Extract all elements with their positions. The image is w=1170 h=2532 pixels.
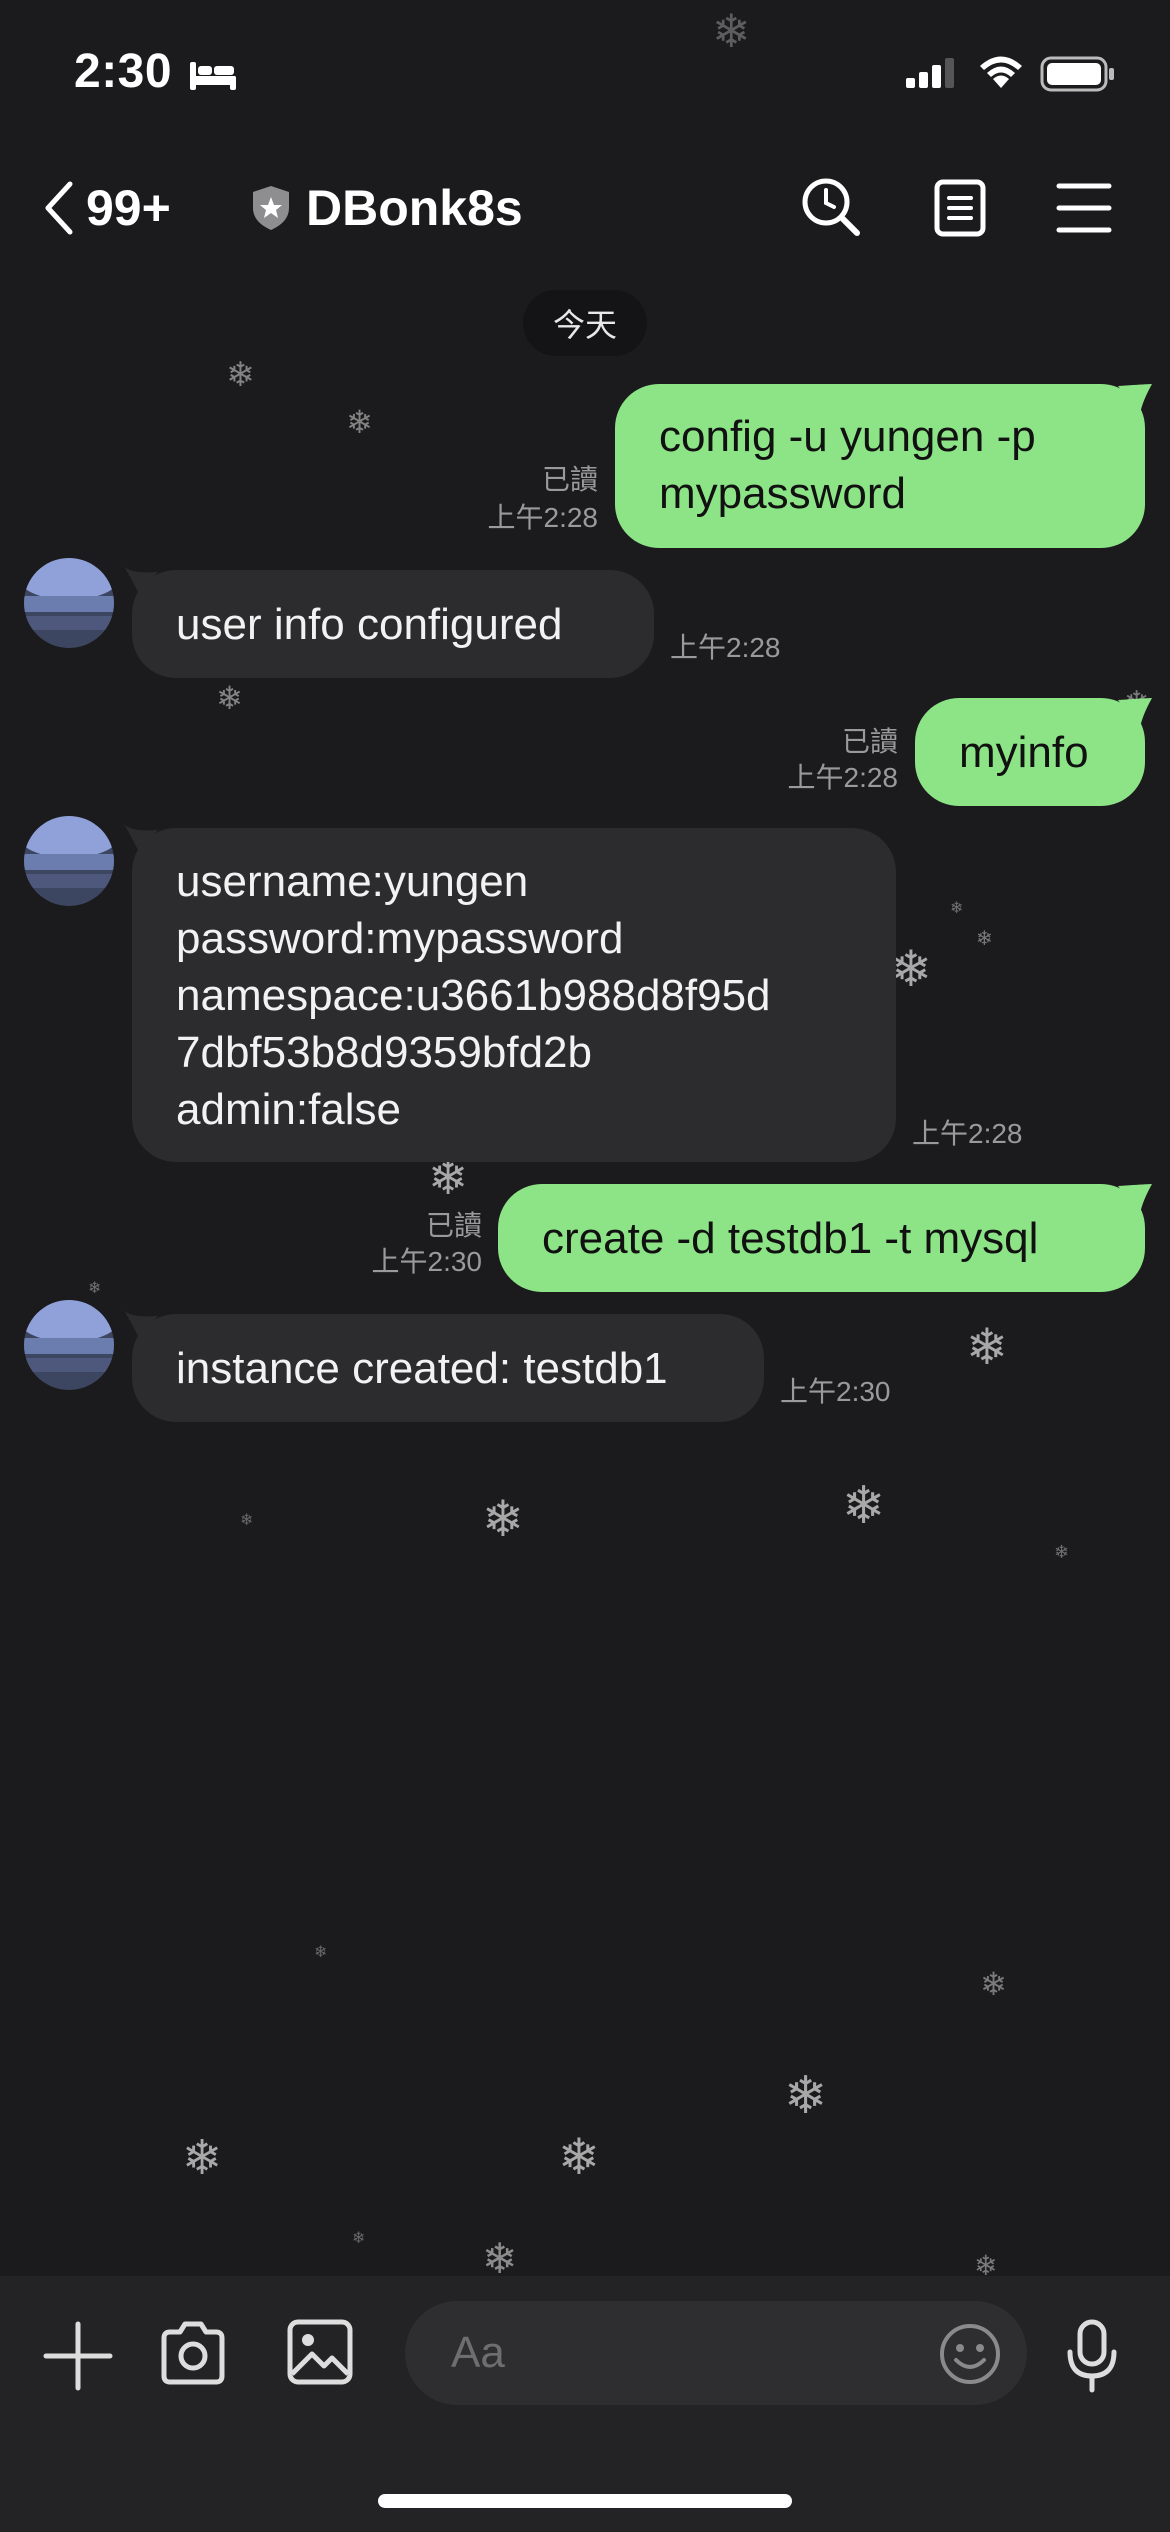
message-line: mypassword (659, 469, 906, 518)
message-line: password:mypassword (176, 914, 624, 963)
outgoing-message-bubble[interactable]: create -d testdb1 -t mysql (498, 1184, 1145, 1292)
message-time: 上午2:30 (780, 1376, 891, 1407)
bubble-tail (1118, 1184, 1152, 1214)
snowflake-icon: ❄ (346, 403, 373, 441)
read-receipt: 已讀 (541, 464, 598, 495)
snowflake-icon: ❄ (842, 1476, 886, 1536)
read-receipt: 已讀 (425, 1210, 482, 1241)
message-time: 上午2:28 (787, 762, 899, 793)
incoming-message-bubble[interactable]: instance created: testdb1 (132, 1314, 764, 1422)
message-line: myinfo (959, 728, 1089, 777)
snowflake-icon: ❄ (226, 355, 255, 395)
message-line: username:yungen (176, 857, 529, 906)
microphone-icon[interactable] (1064, 2318, 1120, 2394)
avatar[interactable] (24, 1300, 114, 1390)
emoji-icon[interactable] (938, 2322, 1002, 2386)
snowflake-icon: ❄ (352, 2228, 366, 2247)
incoming-message-bubble[interactable]: username:yungen password:mypassword name… (132, 828, 896, 1162)
snowflake-icon: ❄ (1054, 1542, 1070, 1563)
outgoing-message-bubble[interactable]: myinfo (915, 698, 1145, 806)
snowflake-icon: ❄ (482, 1490, 524, 1548)
snowflake-icon: ❄ (966, 1318, 1008, 1376)
message-time: 上午2:28 (487, 502, 599, 533)
message-time: 上午2:28 (670, 632, 781, 663)
status-time: 2:30 (74, 45, 173, 98)
bubble-tail (124, 566, 158, 592)
message-time: 上午2:28 (912, 1118, 1023, 1149)
bubble-tail (124, 1310, 158, 1336)
bubble-tail (1118, 698, 1152, 728)
chat-title-area[interactable]: DBonk8s (250, 178, 523, 238)
menu-icon[interactable] (1056, 182, 1112, 234)
message-line: admin:false (176, 1085, 402, 1134)
chat-title: DBonk8s (306, 180, 523, 236)
snowflake-icon: ❄ (240, 1510, 254, 1529)
camera-icon[interactable] (158, 2318, 228, 2388)
date-chip: 今天 (523, 290, 647, 356)
message-line: instance created: testdb1 (176, 1344, 668, 1393)
snowflake-icon: ❄ (182, 2130, 223, 2186)
snowflake-icon: ❄ (216, 679, 243, 717)
snowflake-icon: ❄ (314, 1942, 328, 1961)
back-chevron-icon (45, 181, 73, 235)
avatar[interactable] (24, 816, 114, 906)
snowflake-icon: ❄ (558, 2128, 600, 2186)
message-time: 上午2:30 (371, 1246, 483, 1277)
snowflake-icon: ❄ (890, 940, 932, 998)
message-line: namespace:u3661b988d8f95d (176, 971, 771, 1020)
outgoing-message-bubble[interactable]: config -u yungen -p mypassword (615, 384, 1145, 548)
bubble-tail (124, 824, 158, 850)
snowflake-icon: ❄ (88, 1278, 102, 1297)
shield-star-icon (253, 186, 289, 230)
plus-icon[interactable] (40, 2318, 116, 2394)
message-input-placeholder: Aa (451, 2328, 505, 2377)
snowflake-icon: ❄ (784, 2066, 828, 2126)
battery-icon (1040, 56, 1114, 92)
notes-icon[interactable] (932, 178, 988, 238)
message-line: config -u yungen -p (659, 412, 1036, 461)
incoming-message-bubble[interactable]: user info configured (132, 570, 654, 678)
signal-icon (906, 58, 954, 88)
message-line: 7dbf53b8d9359bfd2b (176, 1028, 592, 1077)
back-button[interactable]: 99+ (40, 178, 171, 238)
message-line: create -d testdb1 -t mysql (542, 1214, 1039, 1263)
snowflake-icon: ❄ (980, 1965, 1007, 2003)
bubble-tail (1118, 384, 1152, 414)
image-icon[interactable] (286, 2318, 354, 2386)
snowflake-icon: ❄ (976, 926, 993, 950)
message-input[interactable]: Aa (405, 2301, 1027, 2405)
avatar[interactable] (24, 558, 114, 648)
bed-icon (190, 62, 236, 90)
read-receipt: 已讀 (841, 726, 898, 757)
snowflake-icon: ❄ (482, 2234, 518, 2283)
unread-count: 99+ (86, 180, 171, 236)
home-indicator (378, 2494, 792, 2508)
search-clock-icon[interactable] (800, 176, 862, 238)
snowflake-icon: ❄ (950, 898, 964, 917)
snowflake-icon: ❄ (712, 4, 751, 58)
wifi-icon (980, 56, 1022, 88)
message-line: user info configured (176, 600, 563, 649)
